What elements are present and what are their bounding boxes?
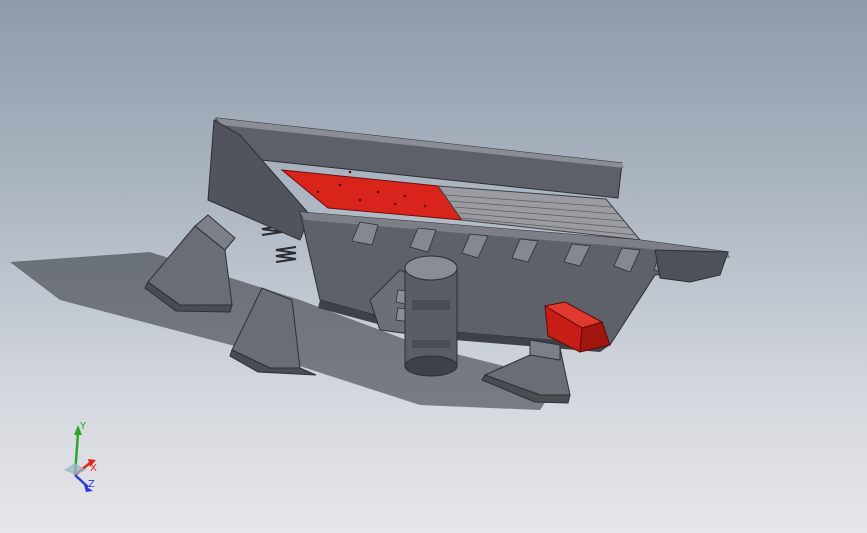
z-axis-line xyxy=(74,474,89,488)
vibrating-feeder-model[interactable] xyxy=(0,0,867,533)
coordinate-triad: Y X Z xyxy=(64,421,97,492)
x-axis-label: X xyxy=(90,463,97,474)
vibration-motor xyxy=(404,255,458,377)
z-axis-label: Z xyxy=(88,479,95,490)
discharge-lip xyxy=(654,249,729,283)
3d-viewport[interactable]: Y X Z xyxy=(0,0,867,533)
y-axis-label: Y xyxy=(79,421,87,432)
triad-plane xyxy=(64,463,86,475)
